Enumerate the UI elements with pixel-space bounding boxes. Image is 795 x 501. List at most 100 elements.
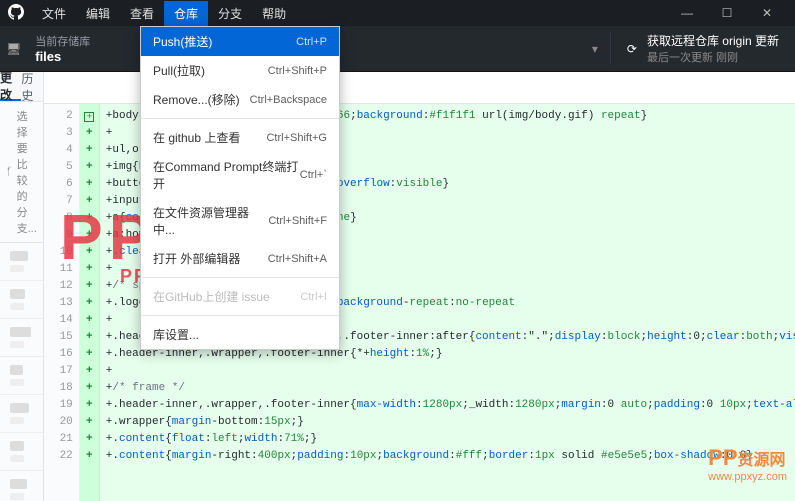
line-number: 12: [44, 278, 73, 295]
diff-plus-icon: +: [80, 261, 99, 278]
list-item[interactable]: [0, 433, 43, 471]
diff-plus-icon: +: [80, 380, 99, 397]
dropdown-item-accel: Ctrl+Shift+A: [268, 253, 327, 265]
header-toolbar: 🖥 当前存储库 files ▾ ⟳ 获取远程仓库 origin 更新 最后一次更…: [0, 26, 795, 72]
diff-plus-icon: +: [80, 244, 99, 261]
code-line: +/* frame */: [106, 380, 795, 397]
diff-plus-icon: +: [80, 227, 99, 244]
list-item[interactable]: [0, 319, 43, 357]
diff-plus-icon: +: [80, 125, 99, 142]
code-line: +.content{float:left;width:71%;}: [106, 431, 795, 448]
list-item[interactable]: [0, 243, 43, 281]
line-number: 18: [44, 380, 73, 397]
dropdown-item-label: 在文件资源管理器中...: [153, 204, 268, 238]
line-number: 19: [44, 397, 73, 414]
fetch-subtitle: 最后一次更新 刚刚: [647, 49, 779, 65]
list-item[interactable]: [0, 357, 43, 395]
diff-plus-icon: +: [80, 278, 99, 295]
diff-plus-icon: +: [80, 431, 99, 448]
menu-item-repository[interactable]: 仓库: [164, 1, 208, 26]
line-number: 20: [44, 414, 73, 431]
dropdown-item[interactable]: 在 github 上查看Ctrl+Shift+G: [141, 123, 339, 152]
sidebar-tabs: 更改 历史: [0, 72, 43, 102]
menubar: 文件 编辑 查看 仓库 分支 帮助 — ☐ ✕: [0, 0, 795, 26]
sync-icon: ⟳: [627, 42, 637, 56]
branch-dropdown[interactable]: ▾: [580, 42, 610, 56]
diff-plus-icon: +: [80, 312, 99, 329]
tab-history[interactable]: 历史: [21, 72, 42, 101]
line-number: 14: [44, 312, 73, 329]
diff-plus-icon: +: [80, 176, 99, 193]
dropdown-item[interactable]: 在Command Prompt终端打开Ctrl+`: [141, 152, 339, 198]
menu-item-file[interactable]: 文件: [32, 1, 76, 26]
diff-plus-icon: +: [80, 346, 99, 363]
diff-plus-icon: +: [80, 414, 99, 431]
code-line: +: [106, 363, 795, 380]
dropdown-item[interactable]: Pull(拉取)Ctrl+Shift+P: [141, 56, 339, 85]
diff-plus-icon: +: [80, 142, 99, 159]
line-number: 21: [44, 431, 73, 448]
dropdown-item-label: Push(推送): [153, 33, 296, 50]
dropdown-item-accel: Ctrl+`: [300, 169, 327, 181]
menu-item-help[interactable]: 帮助: [252, 1, 296, 26]
line-number: 5: [44, 159, 73, 176]
maximize-button[interactable]: ☐: [707, 2, 747, 24]
dropdown-item-accel: Ctrl+Backspace: [250, 94, 327, 106]
diff-plus-icon: +: [80, 397, 99, 414]
line-number: 17: [44, 363, 73, 380]
dropdown-item[interactable]: Remove...(移除)Ctrl+Backspace: [141, 85, 339, 114]
dropdown-item[interactable]: 在文件资源管理器中...Ctrl+Shift+F: [141, 198, 339, 244]
current-repo-label: 当前存储库: [35, 33, 146, 49]
window-controls: — ☐ ✕: [667, 2, 787, 24]
code-line: +.content{margin-right:400px;padding:10p…: [106, 448, 795, 465]
commit-list: [0, 243, 43, 501]
sidebar: 更改 历史 ᚶ 选择要比较的分支...: [0, 72, 44, 501]
dropdown-item[interactable]: 库设置...: [141, 320, 339, 349]
line-number: 4: [44, 142, 73, 159]
diff-plus-icon: +: [80, 363, 99, 380]
dropdown-item-label: Pull(拉取): [153, 62, 268, 79]
diff-plus-icon: +: [80, 193, 99, 210]
dropdown-item[interactable]: 打开 外部编辑器Ctrl+Shift+A: [141, 244, 339, 273]
branch-icon: ᚶ: [6, 166, 13, 178]
menu-item-edit[interactable]: 编辑: [76, 1, 120, 26]
diff-plus-icon: +: [80, 159, 99, 176]
list-item[interactable]: [0, 281, 43, 319]
close-button[interactable]: ✕: [747, 2, 787, 24]
diff-add-gutter: +++++++++++++++++++++: [80, 104, 100, 501]
branch-compare-input[interactable]: ᚶ 选择要比较的分支...: [0, 102, 43, 243]
tab-changes[interactable]: 更改: [0, 72, 21, 101]
line-number: 10: [44, 244, 73, 261]
dropdown-item-accel: Ctrl+Shift+P: [268, 65, 327, 77]
dropdown-item-label: Remove...(移除): [153, 91, 250, 108]
menu-item-view[interactable]: 查看: [120, 1, 164, 26]
list-item[interactable]: [0, 395, 43, 433]
tab-changes-label: 更改: [0, 69, 21, 103]
branch-compare-placeholder: 选择要比较的分支...: [17, 108, 37, 236]
diff-plus-icon: +: [80, 295, 99, 312]
tab-history-label: 历史: [21, 70, 42, 104]
dropdown-item-label: 在 github 上查看: [153, 129, 266, 146]
fetch-button[interactable]: ⟳ 获取远程仓库 origin 更新 最后一次更新 刚刚: [610, 32, 795, 65]
dropdown-item-accel: Ctrl+I: [300, 291, 327, 303]
menu-item-branch[interactable]: 分支: [208, 1, 252, 26]
line-number: 15: [44, 329, 73, 346]
line-number: 8: [44, 210, 73, 227]
dropdown-item-label: 在Command Prompt终端打开: [153, 158, 300, 192]
dropdown-item-label: 库设置...: [153, 326, 327, 343]
line-number: 11: [44, 261, 73, 278]
line-number: 3: [44, 125, 73, 142]
dropdown-item-label: 打开 外部编辑器: [153, 250, 268, 267]
dropdown-item[interactable]: Push(推送)Ctrl+P: [141, 27, 339, 56]
computer-icon: 🖥: [6, 42, 21, 56]
line-number: 16: [44, 346, 73, 363]
dropdown-item-accel: Ctrl+P: [296, 36, 327, 48]
main-area: 更改 历史 ᚶ 选择要比较的分支... ± 1文件 更改: [0, 72, 795, 501]
diff-plus-icon: +: [80, 448, 99, 465]
line-number: 6: [44, 176, 73, 193]
line-number: 22: [44, 448, 73, 465]
minimize-button[interactable]: —: [667, 2, 707, 24]
list-item[interactable]: [0, 471, 43, 501]
code-line: +.header-inner,.wrapper,.footer-inner{ma…: [106, 397, 795, 414]
line-number: 7: [44, 193, 73, 210]
